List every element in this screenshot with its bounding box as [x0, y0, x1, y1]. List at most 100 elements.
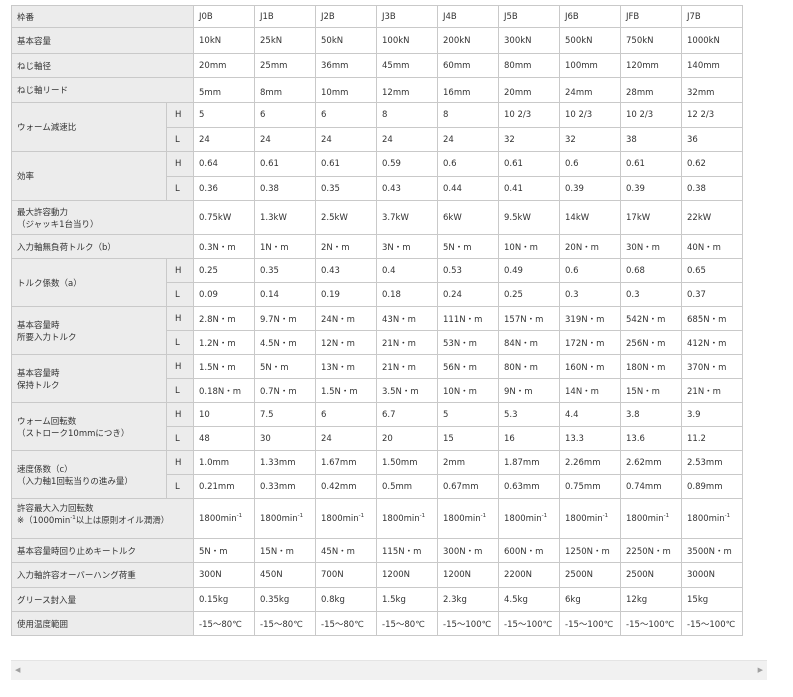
value-cell: 80mm: [498, 53, 560, 78]
value-cell: 2200N: [498, 562, 560, 588]
value-cell: 0.15kg: [193, 587, 255, 612]
value-cell: 0.4: [376, 258, 438, 283]
sub-label-h: H: [166, 258, 194, 283]
value-cell: 412N・m: [681, 330, 743, 355]
value-cell: 115N・m: [376, 538, 438, 563]
sub-label-l: L: [166, 127, 194, 152]
value-cell: 20N・m: [559, 234, 621, 259]
value-cell: 2.26mm: [559, 450, 621, 475]
value-cell: 13.3: [559, 426, 621, 451]
value-cell: 5N・m: [437, 234, 499, 259]
row-label-max_power: 最大許容動力 （ジャッキ1台当り）: [11, 200, 194, 235]
value-base: 1800min: [199, 513, 237, 524]
value-cell: 10 2/3: [498, 102, 560, 128]
value-cell: 1250N・m: [559, 538, 621, 563]
value-cell: 0.25: [498, 282, 560, 307]
value-cell: 140mm: [681, 53, 743, 78]
value-cell: 14N・m: [559, 378, 621, 403]
value-cell: 9N・m: [498, 378, 560, 403]
value-cell: 3.5N・m: [376, 378, 438, 403]
sub-label-l: L: [166, 426, 194, 451]
sub-label-l: L: [166, 282, 194, 307]
value-base: 1800min: [504, 513, 542, 524]
row-label-line2: ※（1000min-1以上は原則オイル潤滑）: [17, 514, 188, 526]
value-cell: 45N・m: [315, 538, 377, 563]
value-cell: 0.35: [254, 258, 316, 283]
value-cell: 2500N: [620, 562, 682, 588]
value-cell: 24: [315, 127, 377, 152]
label-suffix: 以上は原則オイル潤滑）: [75, 516, 170, 526]
value-cell: 5: [437, 402, 499, 427]
value-cell: 10 2/3: [620, 102, 682, 128]
value-cell: 300N・m: [437, 538, 499, 563]
table-row: トルク係数（a） H 0.25 0.35 0.43 0.4 0.53 0.49 0.6 0.68 0…: [11, 258, 743, 307]
value-cell: 100kN: [376, 27, 438, 54]
value-cell: 1000kN: [681, 27, 743, 54]
value-superscript: -1: [297, 512, 304, 519]
value-cell: 60mm: [437, 53, 499, 78]
value-superscript: -1: [724, 512, 731, 519]
value-cell: 542N・m: [620, 306, 682, 331]
value-cell: 24: [376, 127, 438, 152]
value-superscript: -1: [419, 512, 426, 519]
value-cell: 15: [437, 426, 499, 451]
value-cell: 2.8N・m: [193, 306, 255, 331]
row-label-line2: 所要入力トルク: [17, 332, 77, 343]
value-cell: 38: [620, 127, 682, 152]
value-cell: 0.49: [498, 258, 560, 283]
value-cell: 1800min-1: [376, 498, 438, 539]
value-cell: 1800min-1: [437, 498, 499, 539]
table-row: 速度係数（c） （入力軸1回転当りの進み量） H 1.0mm 1.33mm 1.67mm 1…: [11, 450, 743, 499]
scroll-left-arrow-icon[interactable]: ◀: [15, 666, 20, 674]
value-cell: 0.8kg: [315, 587, 377, 612]
value-cell: 24: [193, 127, 255, 152]
value-cell: 43N・m: [376, 306, 438, 331]
row-label-line1: 許容最大入力回転数: [17, 504, 94, 514]
value-cell: 12mm: [376, 77, 438, 103]
column-header-j6b: J6B: [559, 5, 621, 28]
row-label-holding_torque: 基本容量時 保持トルク: [11, 354, 167, 403]
value-cell: 3500N・m: [681, 538, 743, 563]
value-cell: 370N・m: [681, 354, 743, 379]
table-row: 使用温度範囲 -15〜80℃ -15〜80℃ -15〜80℃ -15〜80℃ -15〜10…: [11, 611, 743, 636]
table-row: 枠番 J0B J1B J2B J3B J4B J5B J6B JFB J7B: [11, 5, 743, 28]
value-cell: 32: [498, 127, 560, 152]
value-cell: 20mm: [193, 53, 255, 78]
column-header-jfb: JFB: [620, 5, 682, 28]
value-cell: 0.62: [681, 151, 743, 177]
horizontal-scrollbar[interactable]: ◀ ▶: [11, 660, 767, 680]
row-label-capacity: 基本容量: [11, 27, 194, 54]
value-cell: 1800min-1: [254, 498, 316, 539]
value-cell: 1.33mm: [254, 450, 316, 475]
value-cell: 0.35: [315, 176, 377, 201]
value-cell: 0.53: [437, 258, 499, 283]
row-label-temp: 使用温度範囲: [11, 611, 194, 636]
value-cell: 0.38: [254, 176, 316, 201]
value-cell: 2.5kW: [315, 200, 377, 235]
value-cell: 1800min-1: [498, 498, 560, 539]
value-cell: 0.24: [437, 282, 499, 307]
value-cell: 0.43: [376, 176, 438, 201]
value-cell: 0.59: [376, 151, 438, 177]
value-cell: 0.25: [193, 258, 255, 283]
table-row: 入力軸無負荷トルク（b） 0.3N・m 1N・m 2N・m 3N・m 5N・m 10N・m 2…: [11, 234, 743, 259]
value-cell: 0.44: [437, 176, 499, 201]
value-cell: 25mm: [254, 53, 316, 78]
value-cell: 21N・m: [681, 378, 743, 403]
scroll-right-arrow-icon[interactable]: ▶: [758, 666, 763, 674]
value-cell: 0.61: [315, 151, 377, 177]
row-label-torque_coef: トルク係数（a）: [11, 258, 167, 307]
value-cell: 32mm: [681, 77, 743, 103]
value-base: 1800min: [382, 513, 420, 524]
value-cell: 0.41: [498, 176, 560, 201]
value-cell: 50kN: [315, 27, 377, 54]
value-cell: 45mm: [376, 53, 438, 78]
value-superscript: -1: [358, 512, 365, 519]
value-cell: -15〜100℃: [498, 611, 560, 636]
value-cell: 1200N: [376, 562, 438, 588]
value-cell: 3.7kW: [376, 200, 438, 235]
column-header-j2b: J2B: [315, 5, 377, 28]
value-cell: 16: [498, 426, 560, 451]
value-cell: 6: [315, 102, 377, 128]
value-cell: 12kg: [620, 587, 682, 612]
